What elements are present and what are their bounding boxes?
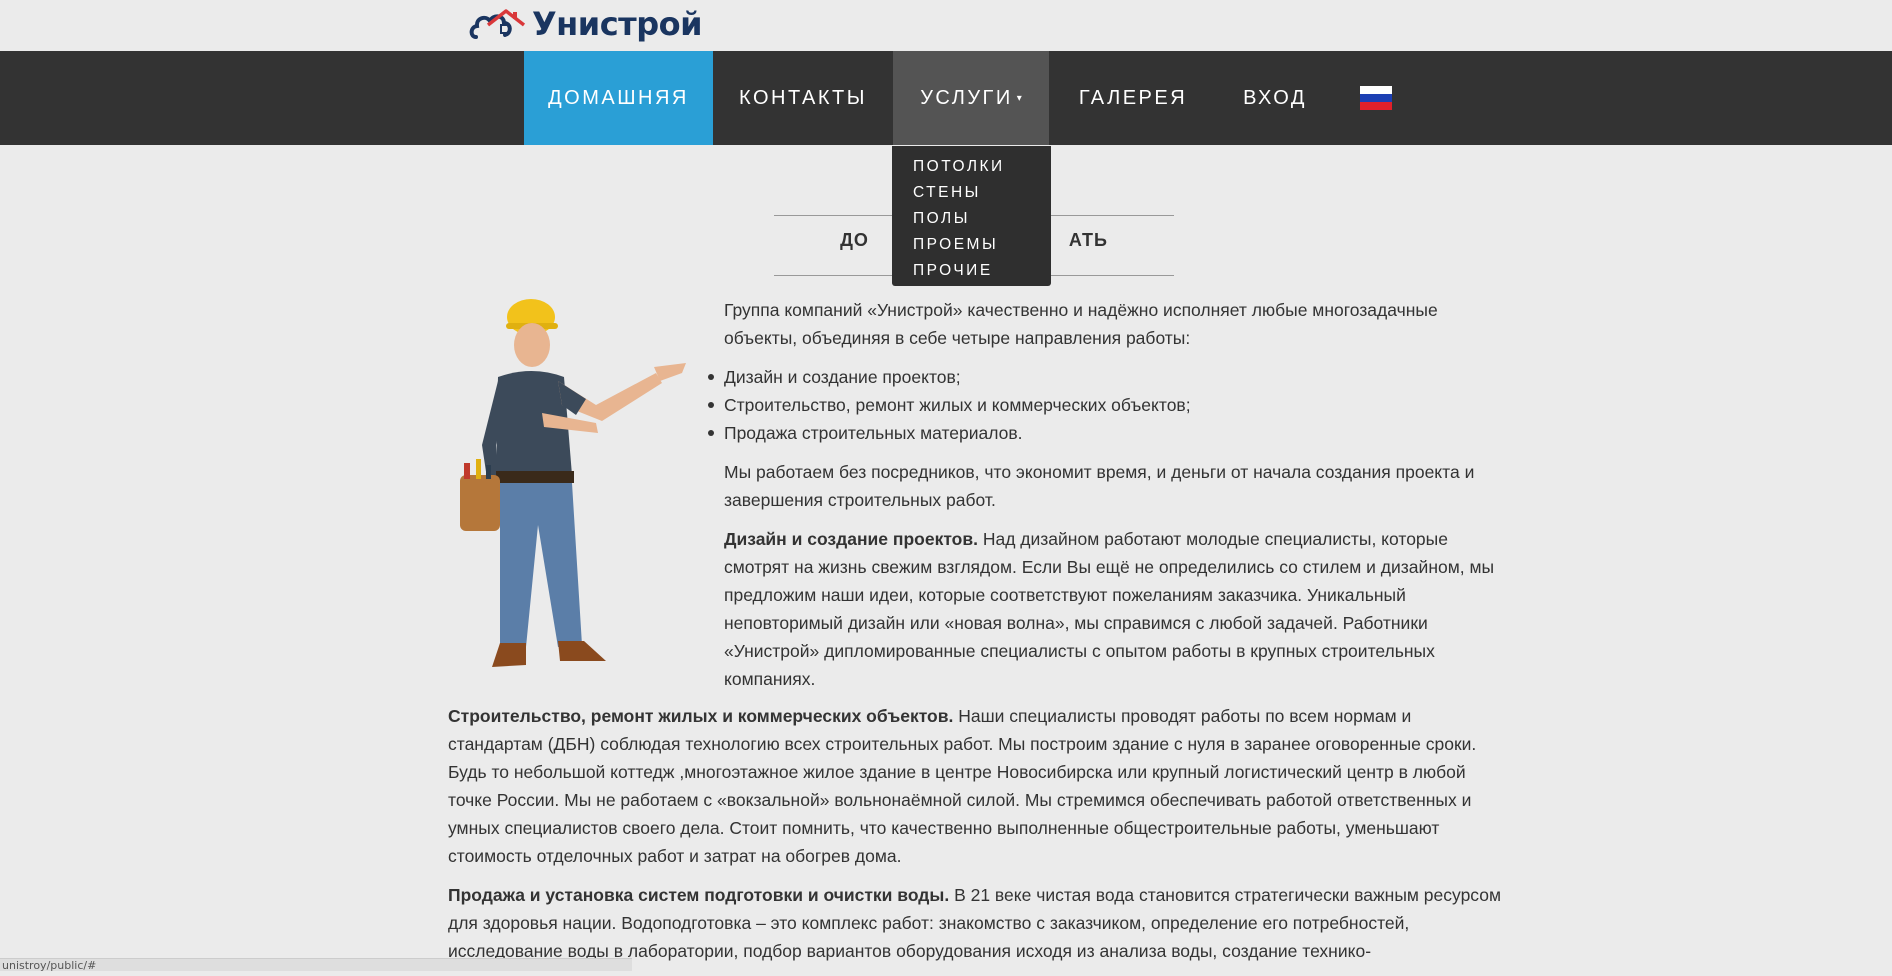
construction-text: Наши специалисты проводят работы по всем…: [448, 706, 1477, 866]
heading-right: АТЬ: [1068, 230, 1108, 250]
dropdown-item-openings[interactable]: ПРОЕМЫ: [892, 232, 1051, 258]
list-item: Дизайн и создание проектов;: [708, 363, 1504, 391]
intro-paragraph: Группа компаний «Унистрой» качественно и…: [724, 300, 1438, 348]
dropdown-item-walls[interactable]: СТЕНЫ: [892, 180, 1051, 206]
caret-down-icon: ▾: [1016, 92, 1022, 104]
list-item: Продажа строительных материалов.: [708, 419, 1504, 447]
dropdown-item-other[interactable]: ПРОЧИЕ: [892, 258, 1051, 284]
design-paragraph: Дизайн и создание проектов. Над дизайном…: [724, 525, 1504, 693]
construction-worker-image: [460, 299, 686, 667]
nav-gallery-label: ГАЛЕРЕЯ: [1078, 86, 1188, 109]
nav-home-label: ДОМАШНЯЯ: [548, 86, 689, 109]
nav-services-label: УСЛУГИ: [920, 86, 1013, 109]
russia-flag-icon: [1360, 86, 1392, 110]
construction-paragraph: Строительство, ремонт жилых и коммерческ…: [448, 702, 1504, 870]
water-title: Продажа и установка систем подготовки и …: [448, 885, 950, 905]
heading-left: ДО: [840, 230, 869, 250]
list-item: Строительство, ремонт жилых и коммерческ…: [708, 391, 1504, 419]
nav-contacts[interactable]: КОНТАКТЫ: [713, 51, 893, 145]
nav-login-label: ВХОД: [1243, 86, 1307, 109]
services-dropdown-menu: ПОТОЛКИ СТЕНЫ ПОЛЫ ПРОЕМЫ ПРОЧИЕ: [892, 146, 1051, 286]
directions-list: Дизайн и создание проектов; Строительств…: [708, 363, 1504, 447]
intro-section: Группа компаний «Унистрой» качественно и…: [708, 296, 1504, 704]
browser-status-bar: unistroy/public/#: [0, 958, 632, 972]
house-cloud-logo-icon: [469, 9, 526, 39]
construction-title: Строительство, ремонт жилых и коммерческ…: [448, 706, 954, 726]
main-navbar: ДОМАШНЯЯ КОНТАКТЫ УСЛУГИ ▾ ГАЛЕРЕЯ ВХОД: [0, 51, 1892, 145]
nav-contacts-label: КОНТАКТЫ: [739, 86, 867, 109]
services-section: Строительство, ремонт жилых и коммерческ…: [448, 702, 1504, 976]
design-title: Дизайн и создание проектов.: [724, 529, 978, 549]
nav-home[interactable]: ДОМАШНЯЯ: [524, 51, 713, 145]
nav-login[interactable]: ВХОД: [1217, 51, 1333, 145]
no-middlemen-paragraph: Мы работаем без посредников, что экономи…: [724, 462, 1475, 510]
dropdown-item-ceilings[interactable]: ПОТОЛКИ: [892, 154, 1051, 180]
design-text: Над дизайном работают молодые специалист…: [724, 529, 1495, 689]
brand-name: Унистрой: [532, 5, 703, 43]
nav-gallery[interactable]: ГАЛЕРЕЯ: [1049, 51, 1217, 145]
status-url: unistroy/public/#: [2, 959, 97, 972]
dropdown-item-floors[interactable]: ПОЛЫ: [892, 206, 1051, 232]
water-paragraph: Продажа и установка систем подготовки и …: [448, 881, 1504, 965]
nav-services[interactable]: УСЛУГИ ▾: [893, 51, 1049, 145]
logo[interactable]: Унистрой: [468, 3, 703, 45]
language-switch[interactable]: [1340, 51, 1412, 145]
header: Унистрой: [0, 0, 1892, 51]
